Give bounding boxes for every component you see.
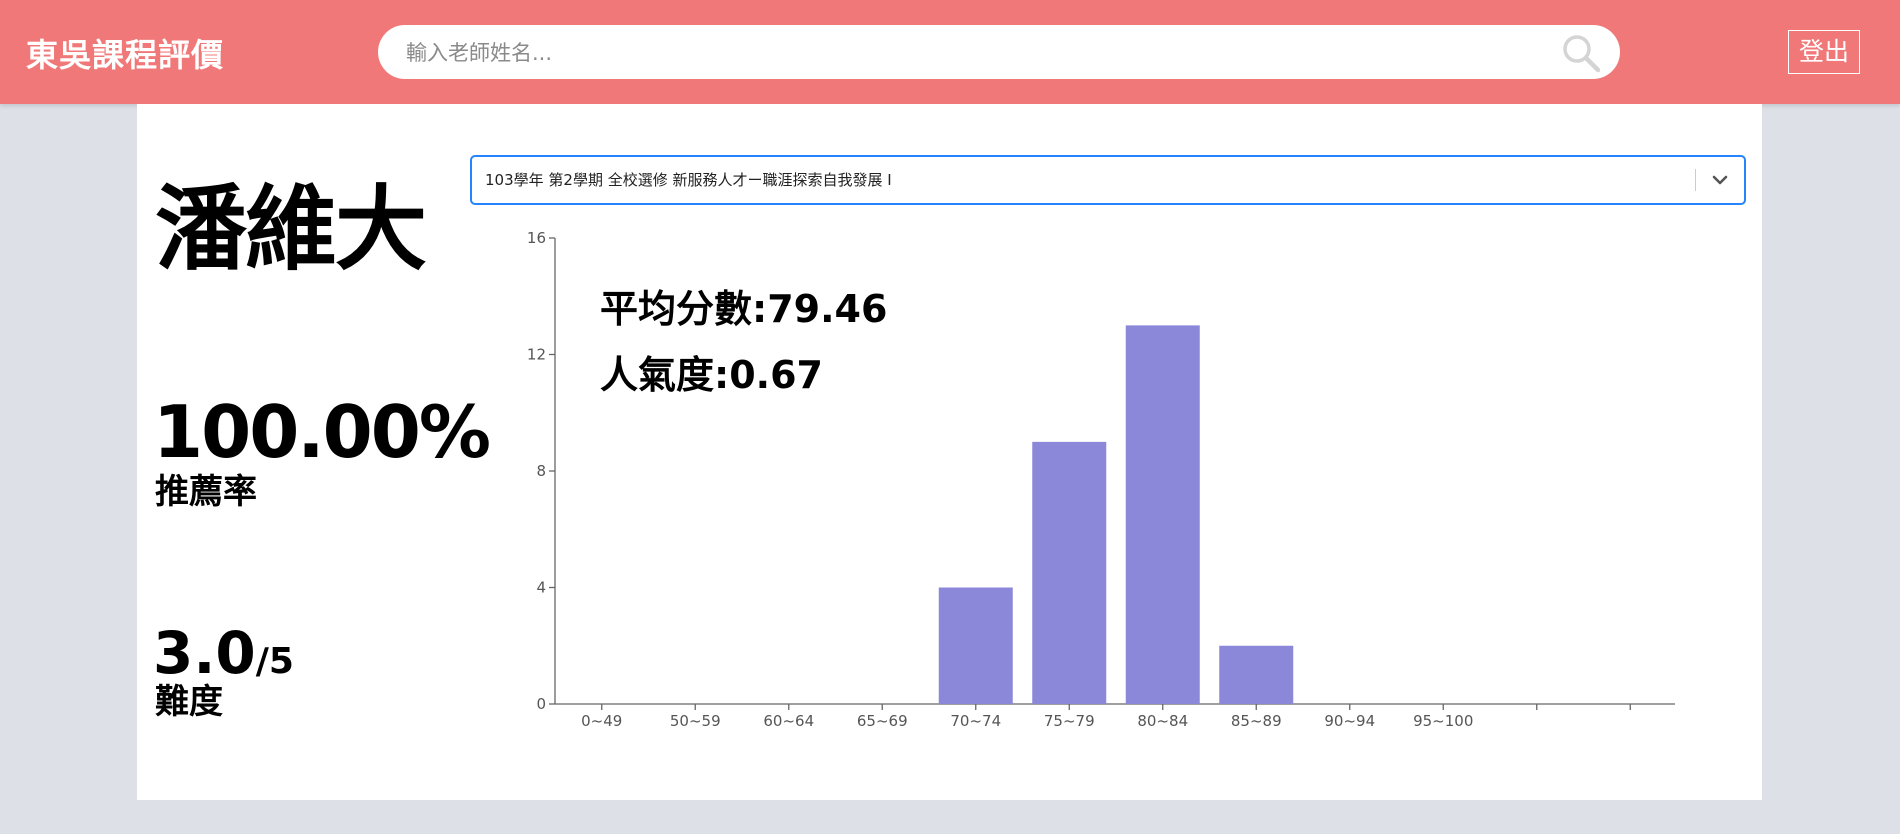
average-score: 平均分數:79.46 (600, 287, 888, 331)
x-tick-label: 90~94 (1324, 712, 1375, 730)
x-tick-label: 70~74 (950, 712, 1001, 730)
search-icon[interactable] (1560, 32, 1602, 74)
recommend-rate-value: 100.00% (153, 390, 491, 474)
top-navbar: 東吳課程評價 登出 (0, 0, 1900, 104)
bar (1125, 325, 1200, 704)
bar (1219, 645, 1294, 704)
search-input[interactable] (404, 25, 1528, 81)
x-tick-label: 60~64 (763, 712, 814, 730)
teacher-name: 潘維大 (155, 176, 427, 283)
search-bar (378, 25, 1620, 81)
chevron-down-icon[interactable] (1708, 168, 1732, 192)
brand-logo[interactable]: 東吳課程評價 (26, 30, 224, 76)
x-tick-label: 85~89 (1231, 712, 1282, 730)
course-select-value: 103學年 第2學期 全校選修 新服務人才ー職涯探索自我發展 I (485, 171, 892, 189)
select-separator (1695, 169, 1696, 191)
teacher-card: 潘維大 100.00% 推薦率 3.0/5 難度 103學年 第2學期 全校選修… (137, 104, 1762, 800)
bar (938, 587, 1013, 704)
bar (1032, 441, 1107, 704)
course-select[interactable]: 103學年 第2學期 全校選修 新服務人才ー職涯探索自我發展 I (470, 155, 1746, 205)
difficulty-max: /5 (255, 641, 294, 682)
y-tick-label: 12 (527, 346, 546, 364)
y-tick-label: 8 (536, 462, 546, 480)
x-tick-label: 95~100 (1413, 712, 1473, 730)
logout-button[interactable]: 登出 (1788, 30, 1860, 74)
y-tick-label: 4 (536, 579, 546, 597)
x-tick-label: 80~84 (1137, 712, 1188, 730)
x-tick-label: 75~79 (1044, 712, 1095, 730)
difficulty-label: 難度 (155, 682, 223, 722)
recommend-rate-label: 推薦率 (155, 472, 257, 512)
x-tick-label: 0~49 (581, 712, 622, 730)
y-tick-label: 16 (527, 229, 546, 247)
popularity: 人氣度:0.67 (600, 353, 823, 397)
x-tick-label: 50~59 (670, 712, 721, 730)
y-tick-label: 0 (536, 695, 546, 713)
x-tick-label: 65~69 (857, 712, 908, 730)
